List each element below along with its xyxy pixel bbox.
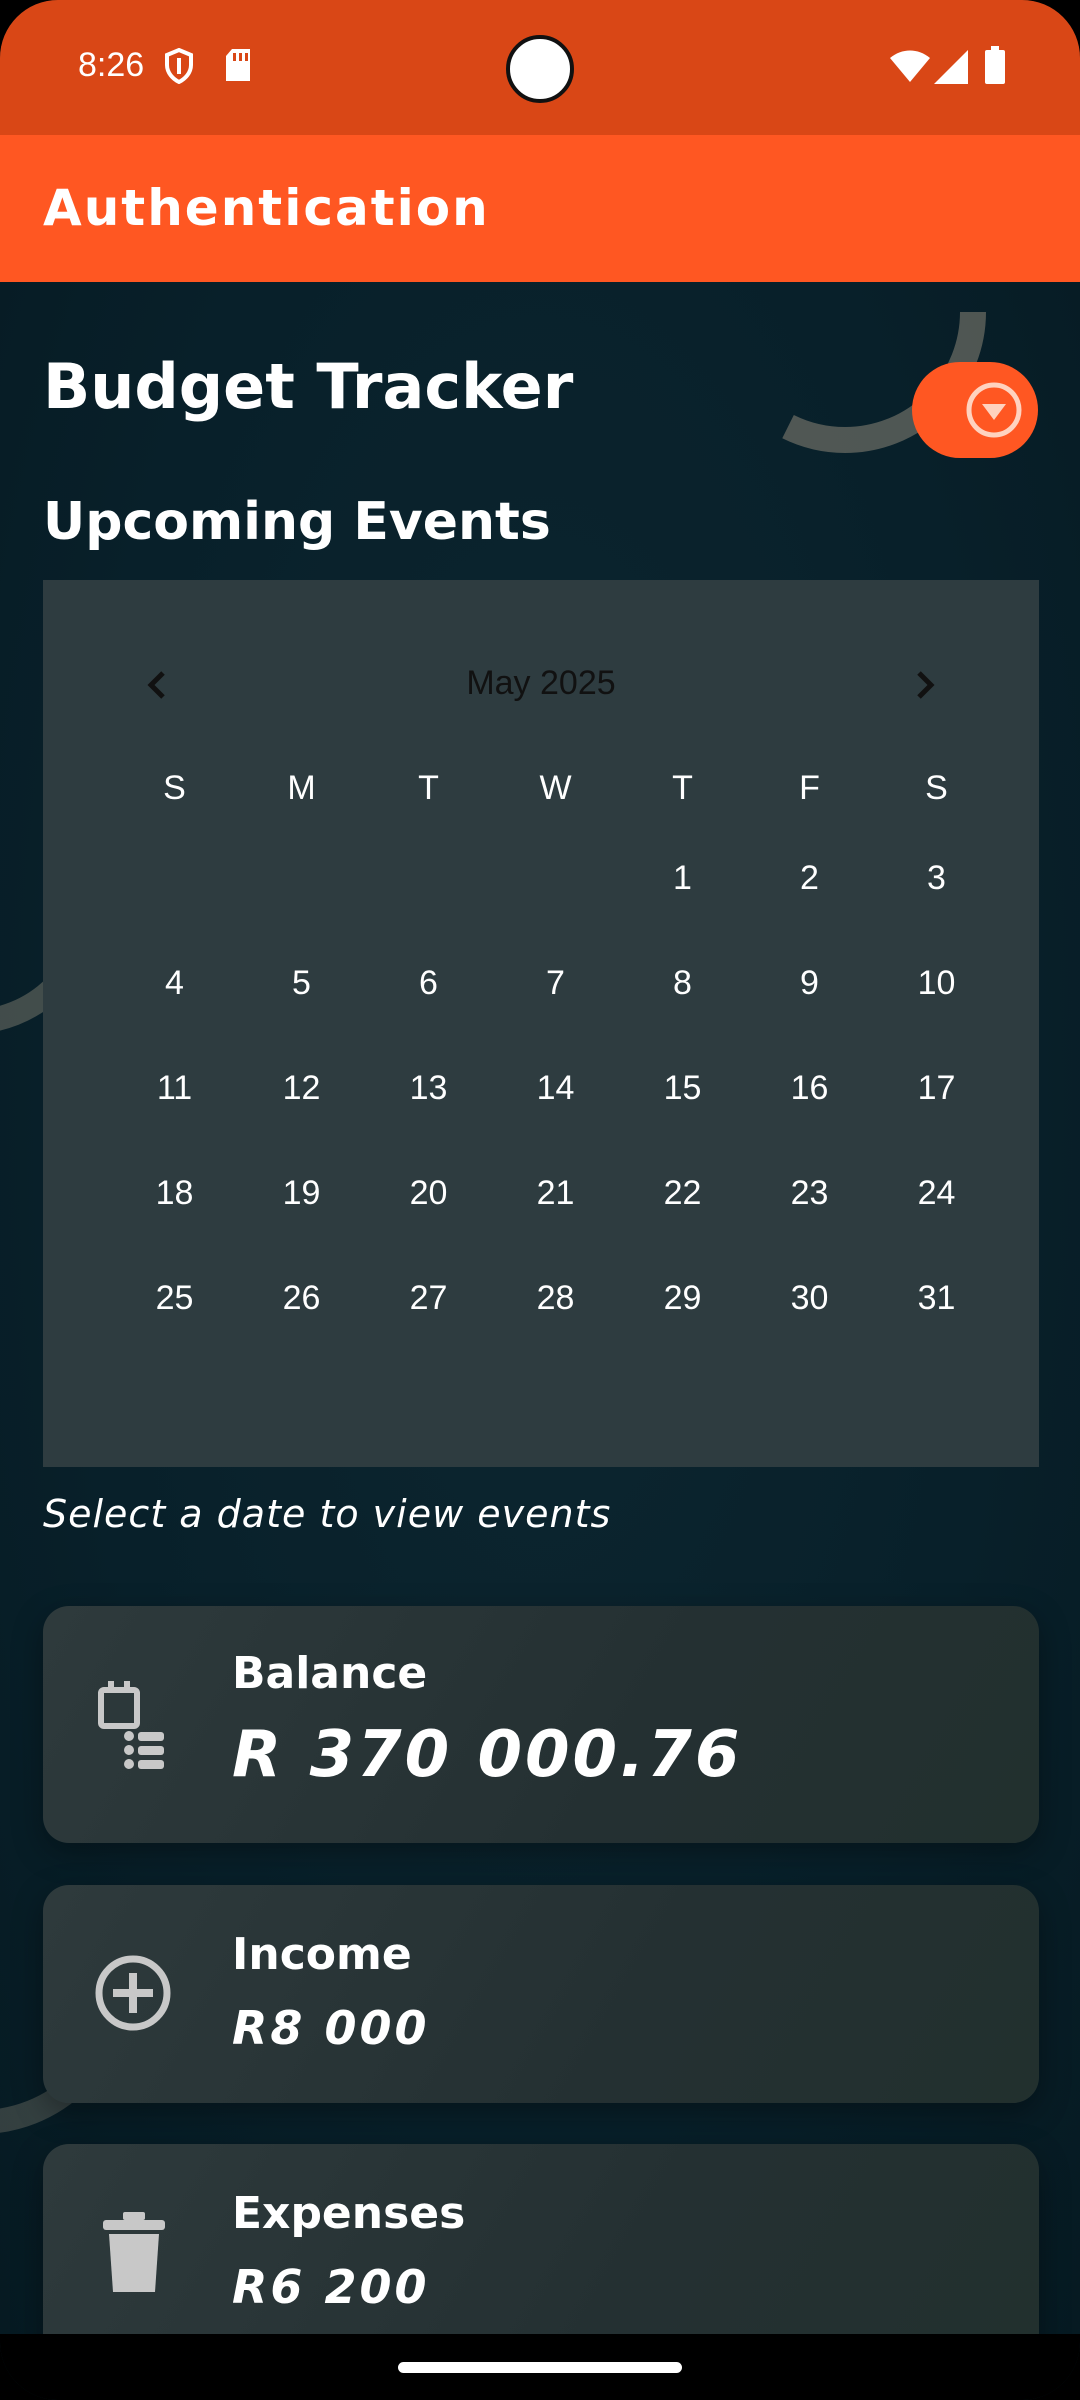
- phone-screen: 8:26 Authentication Budget Tracker Upcom…: [0, 0, 1080, 2400]
- expenses-label: Expenses: [232, 2188, 466, 2239]
- balance-card[interactable]: Balance R 370 000.76: [43, 1606, 1039, 1843]
- calendar-hint: Select a date to view events: [43, 1492, 612, 1536]
- calendar-day[interactable]: 25: [111, 1278, 238, 1383]
- balance-value: R 370 000.76: [232, 1718, 743, 1792]
- income-card[interactable]: Income R8 000: [43, 1885, 1039, 2103]
- calendar-week: 4 5 6 7 8 9 10: [111, 963, 1000, 1068]
- calendar-day[interactable]: 2: [746, 858, 873, 963]
- calendar-week: 11 12 13 14 15 16 17: [111, 1068, 1000, 1173]
- calendar-day[interactable]: 8: [619, 963, 746, 1068]
- signal-icon: [934, 50, 968, 88]
- calendar-day[interactable]: 9: [746, 963, 873, 1068]
- calendar-day[interactable]: 28: [492, 1278, 619, 1383]
- calendar-day[interactable]: 23: [746, 1173, 873, 1278]
- app-bar: Authentication: [0, 135, 1080, 282]
- calendar-week: 25 26 27 28 29 30 31: [111, 1278, 1000, 1383]
- calendar-day[interactable]: 5: [238, 963, 365, 1068]
- front-camera: [506, 35, 574, 103]
- page-title: Budget Tracker: [43, 350, 574, 423]
- income-label: Income: [232, 1929, 412, 1980]
- weekday-label: F: [799, 769, 820, 807]
- calendar-day[interactable]: 15: [619, 1068, 746, 1173]
- calendar-day[interactable]: 20: [365, 1173, 492, 1278]
- trash-icon: [99, 2210, 169, 2298]
- calendar-week: 1 2 3: [111, 858, 1000, 963]
- calendar-day[interactable]: 31: [873, 1278, 1000, 1383]
- weekday-label: M: [287, 769, 316, 807]
- status-bar: 8:26: [0, 0, 1080, 135]
- calendar-day[interactable]: 26: [238, 1278, 365, 1383]
- weekday-label: T: [672, 769, 693, 807]
- calendar-day: [365, 858, 492, 963]
- calendar-day: [111, 858, 238, 963]
- sd-card-icon: [224, 48, 252, 86]
- calendar-grid: S M T W T F S 1 2 3 4 5 6 7 8 9 10 11 12…: [111, 768, 1000, 1383]
- main-content[interactable]: Budget Tracker Upcoming Events May 2025 …: [0, 282, 1080, 2334]
- expenses-card[interactable]: Expenses R6 200: [43, 2144, 1039, 2334]
- calendar-day[interactable]: 17: [873, 1068, 1000, 1173]
- weekday-label: S: [163, 769, 186, 807]
- status-time: 8:26: [78, 46, 145, 84]
- calendar-day[interactable]: 4: [111, 963, 238, 1068]
- calendar-day[interactable]: 14: [492, 1068, 619, 1173]
- calendar-day[interactable]: 3: [873, 858, 1000, 963]
- calendar-day[interactable]: 6: [365, 963, 492, 1068]
- calendar-day[interactable]: 1: [619, 858, 746, 963]
- income-value: R8 000: [232, 2001, 430, 2055]
- weekday-label: T: [418, 769, 439, 807]
- calendar: May 2025 S M T W T F S 1 2 3 4 5 6 7 8 9…: [43, 580, 1039, 1467]
- calendar-day[interactable]: 11: [111, 1068, 238, 1173]
- calendar-day[interactable]: 30: [746, 1278, 873, 1383]
- chevron-right-icon[interactable]: [895, 655, 955, 715]
- calendar-day[interactable]: 24: [873, 1173, 1000, 1278]
- weekday-header: S M T W T F S: [111, 768, 1000, 858]
- dropdown-fab[interactable]: [912, 362, 1038, 458]
- weekday-label: S: [925, 769, 948, 807]
- calendar-day[interactable]: 7: [492, 963, 619, 1068]
- calendar-week: 18 19 20 21 22 23 24: [111, 1173, 1000, 1278]
- calendar-day[interactable]: 22: [619, 1173, 746, 1278]
- expenses-value: R6 200: [232, 2260, 430, 2314]
- calendar-day: [238, 858, 365, 963]
- calendar-day[interactable]: 13: [365, 1068, 492, 1173]
- battery-icon: [985, 46, 1005, 88]
- weekday-label: W: [539, 769, 572, 807]
- calendar-day[interactable]: 21: [492, 1173, 619, 1278]
- calendar-day[interactable]: 19: [238, 1173, 365, 1278]
- wifi-icon: [890, 50, 930, 86]
- calendar-list-icon: [93, 1678, 173, 1778]
- shield-icon: [164, 47, 194, 88]
- section-title: Upcoming Events: [43, 492, 551, 552]
- calendar-day[interactable]: 16: [746, 1068, 873, 1173]
- calendar-day: [492, 858, 619, 963]
- app-bar-title: Authentication: [43, 179, 490, 237]
- calendar-day[interactable]: 18: [111, 1173, 238, 1278]
- calendar-month-label: May 2025: [466, 664, 616, 702]
- add-circle-icon: [93, 1953, 173, 2037]
- calendar-day[interactable]: 10: [873, 963, 1000, 1068]
- calendar-day[interactable]: 29: [619, 1278, 746, 1383]
- calendar-day[interactable]: 27: [365, 1278, 492, 1383]
- chevron-down-circle-icon: [966, 382, 1022, 438]
- home-gesture-handle[interactable]: [398, 2362, 682, 2373]
- calendar-day[interactable]: 12: [238, 1068, 365, 1173]
- balance-label: Balance: [232, 1648, 428, 1699]
